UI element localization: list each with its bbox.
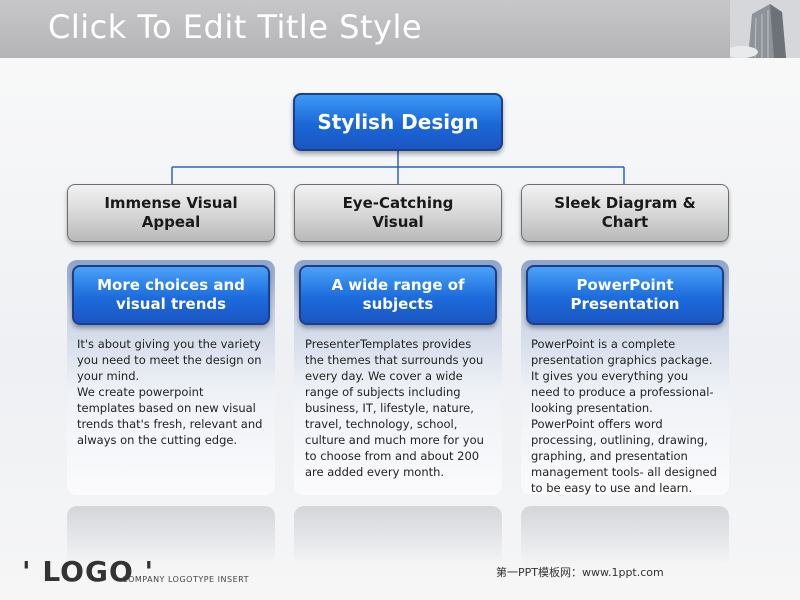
heading-node-1[interactable]: Immense Visual Appeal <box>67 184 275 242</box>
heading-node-2[interactable]: Eye-Catching Visual <box>294 184 502 242</box>
description-3[interactable]: PowerPoint is a complete presentation gr… <box>531 336 721 496</box>
logo-tagline: COMPANY LOGOTYPE INSERT <box>122 575 249 584</box>
description-1[interactable]: It's about giving you the variety you ne… <box>77 336 267 496</box>
subheading-node-1[interactable]: More choices and visual trends <box>72 265 270 325</box>
heading-node-3[interactable]: Sleek Diagram & Chart <box>521 184 729 242</box>
reflection-3 <box>521 506 729 566</box>
slide: Click To Edit Title Style Stylish Design… <box>0 0 800 600</box>
footer-note: 第一PPT模板网：www.1ppt.com <box>496 566 664 579</box>
description-2[interactable]: PresenterTemplates provides the themes t… <box>305 336 495 496</box>
subheading-node-3[interactable]: PowerPoint Presentation <box>526 265 724 325</box>
root-node[interactable]: Stylish Design <box>293 93 503 151</box>
subheading-node-2[interactable]: A wide range of subjects <box>299 265 497 325</box>
reflection-2 <box>294 506 502 566</box>
